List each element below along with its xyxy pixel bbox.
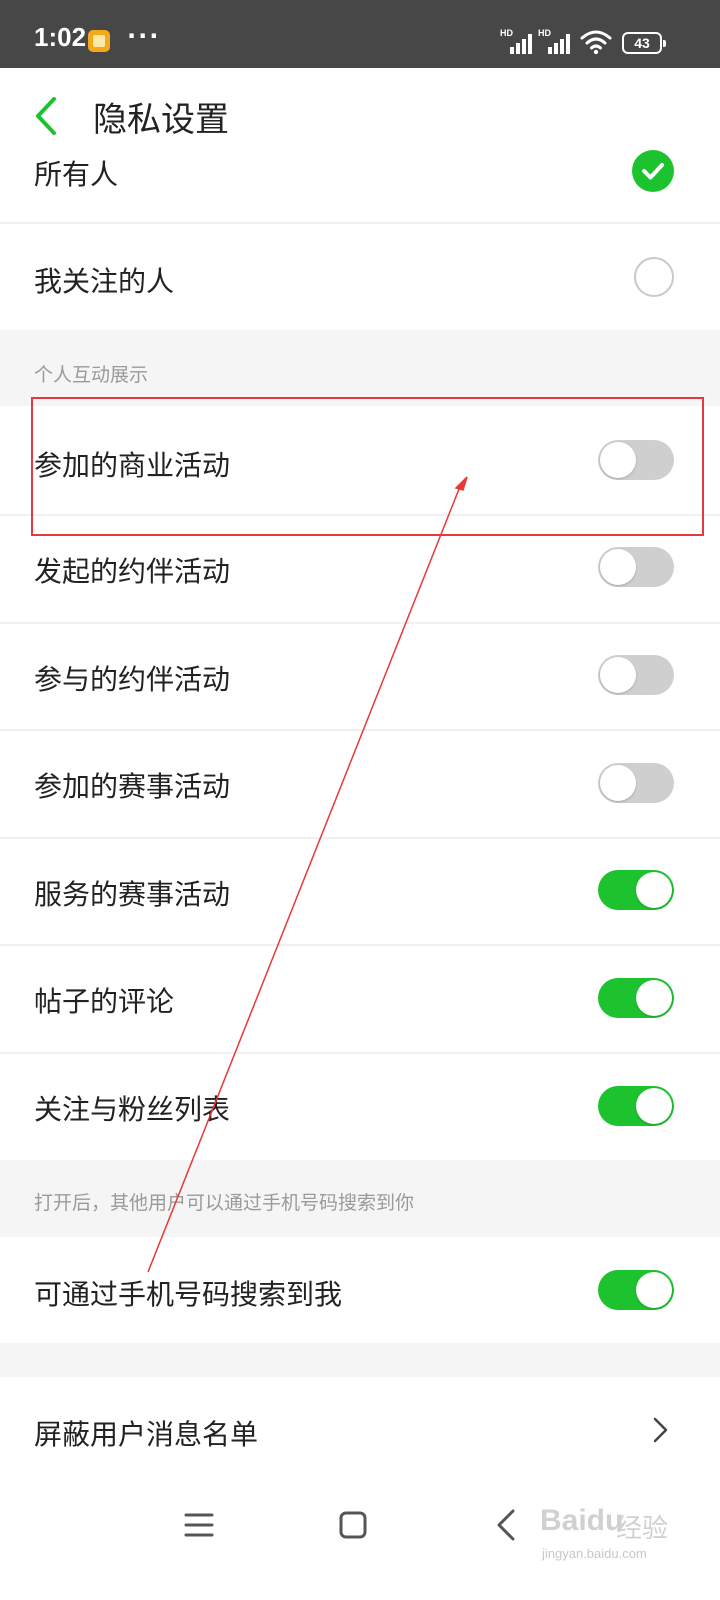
wifi-icon bbox=[580, 30, 612, 55]
page-title: 隐私设置 bbox=[93, 100, 229, 140]
toggle-row-phone-search[interactable]: 可通过手机号码搜索到我 bbox=[0, 1237, 720, 1343]
toggle-switch[interactable] bbox=[598, 655, 674, 695]
toggle-row-post-comments[interactable]: 帖子的评论 bbox=[0, 946, 720, 1052]
section-spacer bbox=[0, 1343, 720, 1377]
toggle-switch[interactable] bbox=[598, 763, 674, 803]
watermark-cn-text: 经验 bbox=[616, 1514, 669, 1544]
toggle-row-follow-fans-list[interactable]: 关注与粉丝列表 bbox=[0, 1054, 720, 1160]
more-notifications-dots: ··· bbox=[127, 22, 161, 50]
toggle-switch[interactable] bbox=[598, 870, 674, 910]
toggle-row-joined-events[interactable]: 参加的赛事活动 bbox=[0, 731, 720, 837]
back-icon[interactable] bbox=[494, 1508, 518, 1542]
option-followed-users[interactable]: 我关注的人 bbox=[0, 224, 720, 330]
option-label: 我关注的人 bbox=[34, 265, 175, 298]
toggle-row-joined-companion[interactable]: 参与的约伴活动 bbox=[0, 624, 720, 730]
row-label: 屏蔽用户消息名单 bbox=[34, 1418, 259, 1451]
annotation-highlight-box bbox=[31, 397, 704, 536]
toggle-label: 服务的赛事活动 bbox=[34, 878, 231, 911]
option-all-users[interactable]: 所有人 bbox=[0, 150, 720, 222]
radio-unchecked-icon[interactable] bbox=[634, 257, 674, 297]
toggle-switch[interactable] bbox=[598, 1270, 674, 1310]
toggle-label: 参与的约伴活动 bbox=[34, 663, 231, 696]
signal-icon: HD bbox=[500, 28, 534, 54]
back-chevron-icon[interactable] bbox=[30, 96, 62, 136]
home-icon[interactable] bbox=[338, 1510, 368, 1540]
toggle-label: 关注与粉丝列表 bbox=[34, 1093, 231, 1126]
chevron-right-icon[interactable] bbox=[652, 1416, 670, 1444]
signal-hd-label: HD bbox=[538, 28, 551, 38]
toggle-switch[interactable] bbox=[598, 1086, 674, 1126]
toggle-switch[interactable] bbox=[598, 978, 674, 1018]
menu-icon[interactable] bbox=[184, 1512, 214, 1538]
toggle-switch[interactable] bbox=[598, 547, 674, 587]
battery-icon: 43 bbox=[622, 32, 666, 54]
toggle-label: 帖子的评论 bbox=[34, 985, 175, 1018]
baidu-watermark: Baidu 经验 jingyan.baidu.com bbox=[538, 1500, 708, 1590]
notification-icon bbox=[88, 30, 110, 52]
option-label: 所有人 bbox=[34, 158, 119, 191]
toggle-row-served-events[interactable]: 服务的赛事活动 bbox=[0, 839, 720, 945]
section-note: 打开后，其他用户可以通过手机号码搜索到你 bbox=[34, 1192, 415, 1214]
toggle-label: 参加的赛事活动 bbox=[34, 770, 231, 803]
watermark-url: jingyan.baidu.com bbox=[542, 1546, 647, 1561]
watermark-logo-text: Baidu bbox=[540, 1504, 624, 1537]
section-title: 个人互动展示 bbox=[34, 364, 149, 386]
signal-icon: HD bbox=[538, 28, 572, 54]
toggle-label: 发起的约伴活动 bbox=[34, 555, 231, 588]
section-note-band: 打开后，其他用户可以通过手机号码搜索到你 bbox=[0, 1160, 720, 1237]
status-time: 1:02 bbox=[34, 22, 87, 52]
section-header: 个人互动展示 bbox=[0, 330, 720, 406]
blocked-users-list-row[interactable]: 屏蔽用户消息名单 bbox=[0, 1377, 720, 1483]
toggle-label: 可通过手机号码搜索到我 bbox=[34, 1278, 343, 1311]
checked-circle-icon[interactable] bbox=[632, 150, 674, 192]
signal-hd-label: HD bbox=[500, 28, 513, 38]
status-bar: 1:02 ··· HD HD 43 bbox=[0, 0, 720, 68]
